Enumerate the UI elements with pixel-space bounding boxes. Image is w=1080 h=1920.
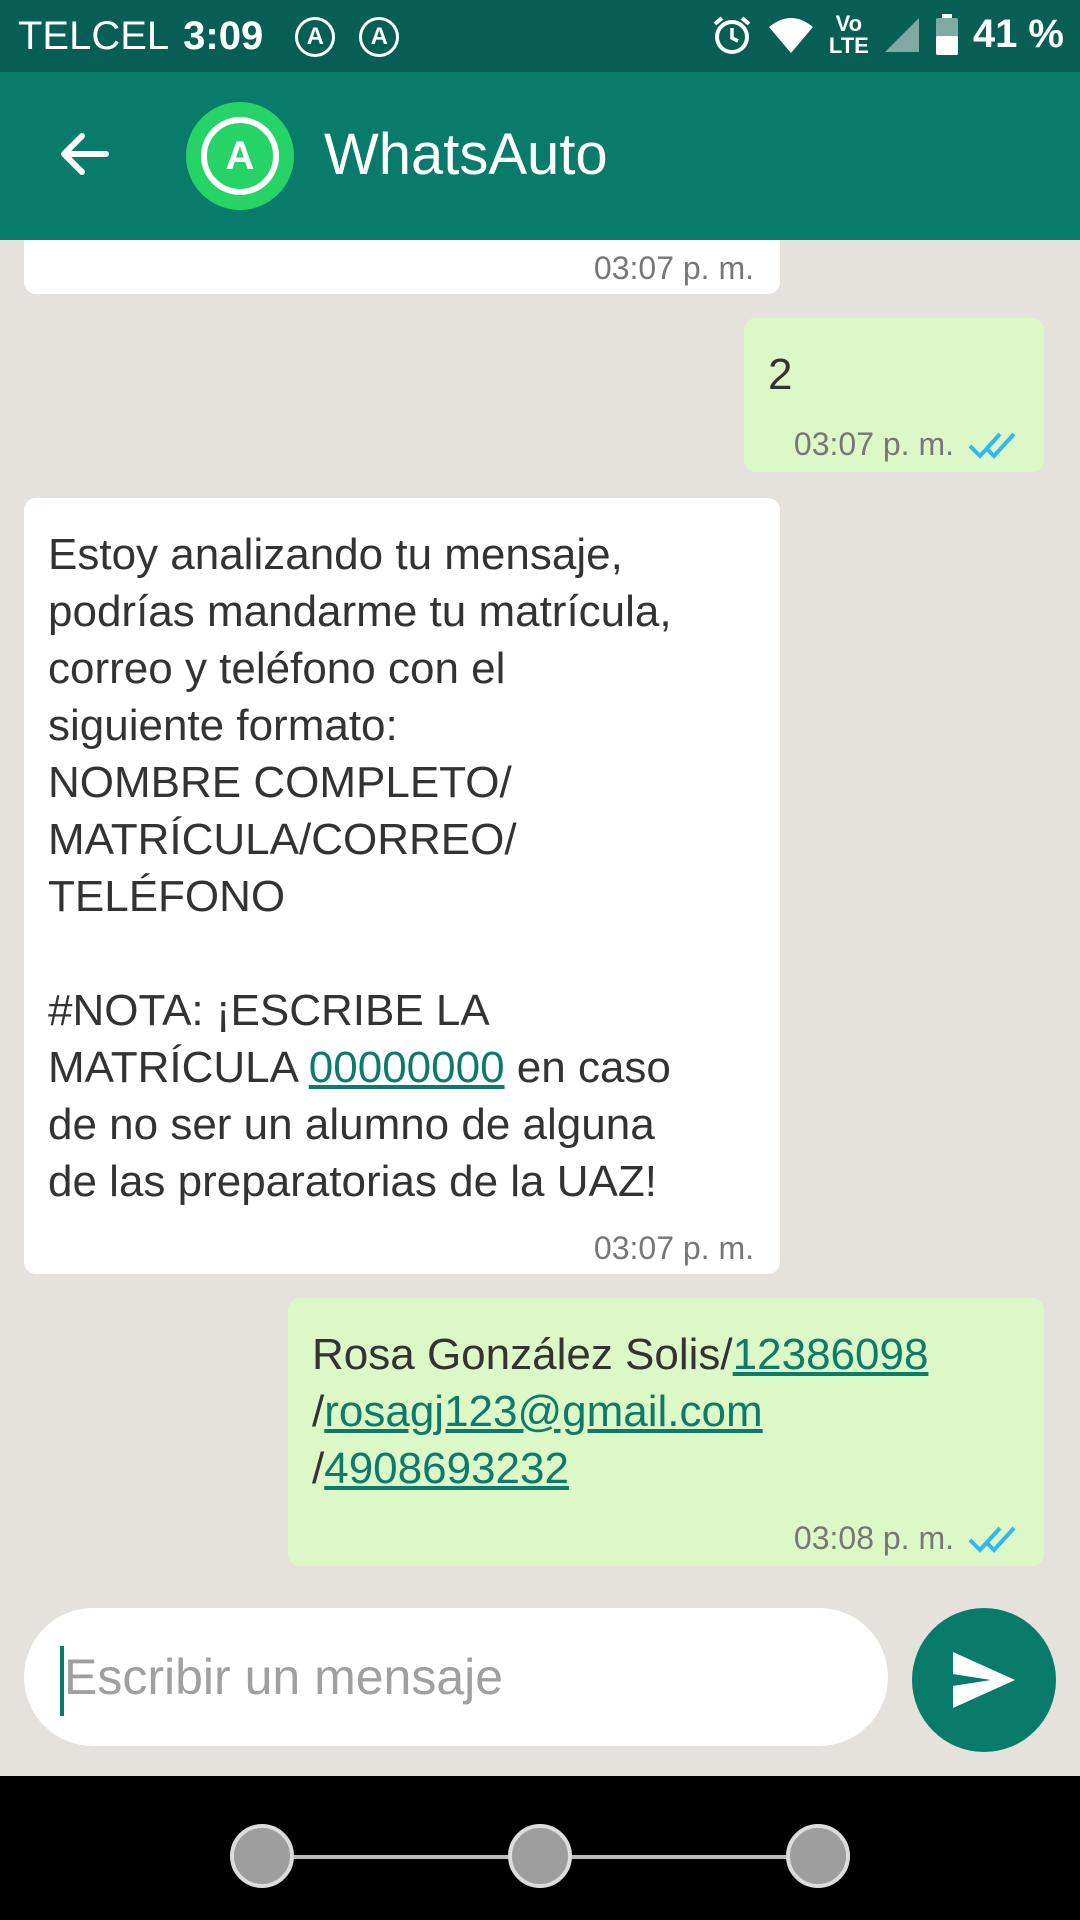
message-outgoing[interactable]: 2 03:07 p. m. bbox=[744, 318, 1044, 472]
carrier-name: TELCEL bbox=[18, 14, 170, 58]
message-time: 03:07 p. m. bbox=[593, 250, 754, 286]
read-receipt-icon bbox=[968, 1526, 1016, 1553]
send-icon bbox=[953, 1652, 1015, 1708]
message-incoming[interactable]: Estoy analizando tu mensaje, podrías man… bbox=[24, 498, 780, 1274]
alarm-icon bbox=[713, 15, 751, 54]
notification-app-icon: A bbox=[295, 16, 336, 57]
back-arrow-icon[interactable] bbox=[56, 126, 112, 182]
nav-back-button[interactable] bbox=[230, 1824, 294, 1888]
phone-link[interactable]: 12386098 bbox=[733, 1330, 929, 1379]
nav-home-button[interactable] bbox=[508, 1824, 572, 1888]
read-receipt-icon bbox=[968, 432, 1016, 459]
volte-icon: Vo LTE bbox=[828, 10, 869, 58]
message-outgoing[interactable]: Rosa González Solis/12386098 /rosagj123@… bbox=[288, 1298, 1044, 1566]
signal-icon bbox=[884, 17, 919, 52]
app-logo[interactable]: A bbox=[186, 102, 294, 210]
message-text: Estoy analizando tu mensaje, podrías man… bbox=[48, 530, 672, 1206]
wifi-icon bbox=[768, 17, 813, 53]
message-input-placeholder: Escribir un mensaje bbox=[64, 1649, 504, 1705]
message-time: 03:08 p. m. bbox=[793, 1520, 954, 1556]
message-input[interactable]: Escribir un mensaje bbox=[24, 1608, 888, 1746]
composer-bar: Escribir un mensaje bbox=[0, 1580, 1080, 1776]
navigation-bar bbox=[0, 1776, 1080, 1920]
chat-title[interactable]: WhatsAuto bbox=[324, 122, 608, 188]
app-logo-letter: A bbox=[201, 117, 279, 195]
clock: 3:09 bbox=[183, 14, 264, 58]
notification-app-icon: A bbox=[359, 16, 400, 57]
message-text: Rosa González Solis/12386098 /rosagj123@… bbox=[312, 1330, 929, 1493]
battery-percent: 41 % bbox=[972, 12, 1064, 56]
send-button[interactable] bbox=[912, 1608, 1056, 1752]
message-text: 2 bbox=[768, 350, 793, 399]
message-time: 03:07 p. m. bbox=[593, 1230, 754, 1266]
email-link[interactable]: rosagj123@gmail.com bbox=[324, 1387, 762, 1436]
app-bar: A WhatsAuto bbox=[0, 72, 1080, 240]
nav-recents-button[interactable] bbox=[786, 1824, 850, 1888]
phone-link[interactable]: 4908693232 bbox=[324, 1444, 569, 1493]
battery-icon bbox=[935, 13, 958, 55]
status-bar: TELCEL 3:09 A A Vo LTE 41 % bbox=[0, 0, 1080, 72]
message-time: 03:07 p. m. bbox=[793, 426, 954, 462]
matricula-link[interactable]: 00000000 bbox=[309, 1043, 505, 1092]
message-incoming[interactable]: 03:07 p. m. bbox=[24, 240, 780, 294]
